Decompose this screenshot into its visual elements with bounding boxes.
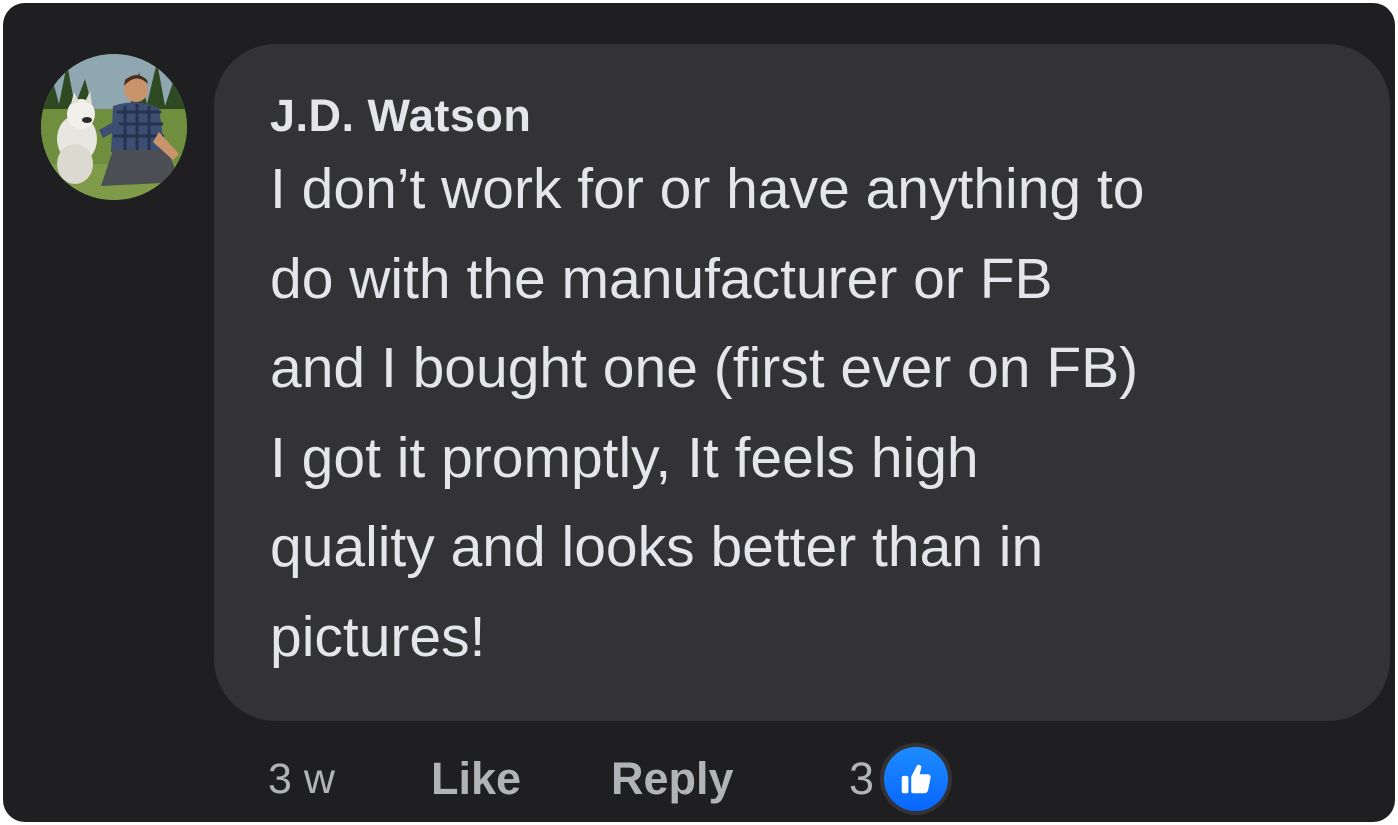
profile-photo — [41, 54, 187, 200]
comment-bubble: J.D. Watson I don’t work for or have any… — [214, 44, 1390, 721]
reaction-count: 3 — [849, 753, 875, 804]
comment-card: J.D. Watson I don’t work for or have any… — [3, 3, 1395, 822]
thumbs-up-icon — [884, 747, 949, 811]
comment-timestamp[interactable]: 3 w — [268, 747, 335, 811]
comment-text-line: pictures! — [270, 604, 486, 669]
like-button[interactable]: Like — [431, 747, 521, 811]
reply-button[interactable]: Reply — [611, 747, 734, 811]
comment-text-line: and I bought one (first ever on FB) — [270, 336, 1139, 400]
comment-text-line: quality and looks better than in — [270, 515, 1044, 579]
comment-text-line: do with the manufacturer or FB — [270, 246, 1053, 311]
comment-author[interactable]: J.D. Watson — [270, 88, 1350, 144]
comment-text-line: I got it promptly, It feels high — [270, 425, 979, 490]
comment-text-line: I don’t work for or have anything to — [270, 157, 1145, 221]
reaction-summary[interactable]: 3 — [849, 743, 953, 815]
like-reaction-badge — [880, 743, 953, 815]
avatar[interactable] — [41, 54, 187, 200]
comment-text: I don’t work for or have anything to do … — [270, 145, 1350, 682]
